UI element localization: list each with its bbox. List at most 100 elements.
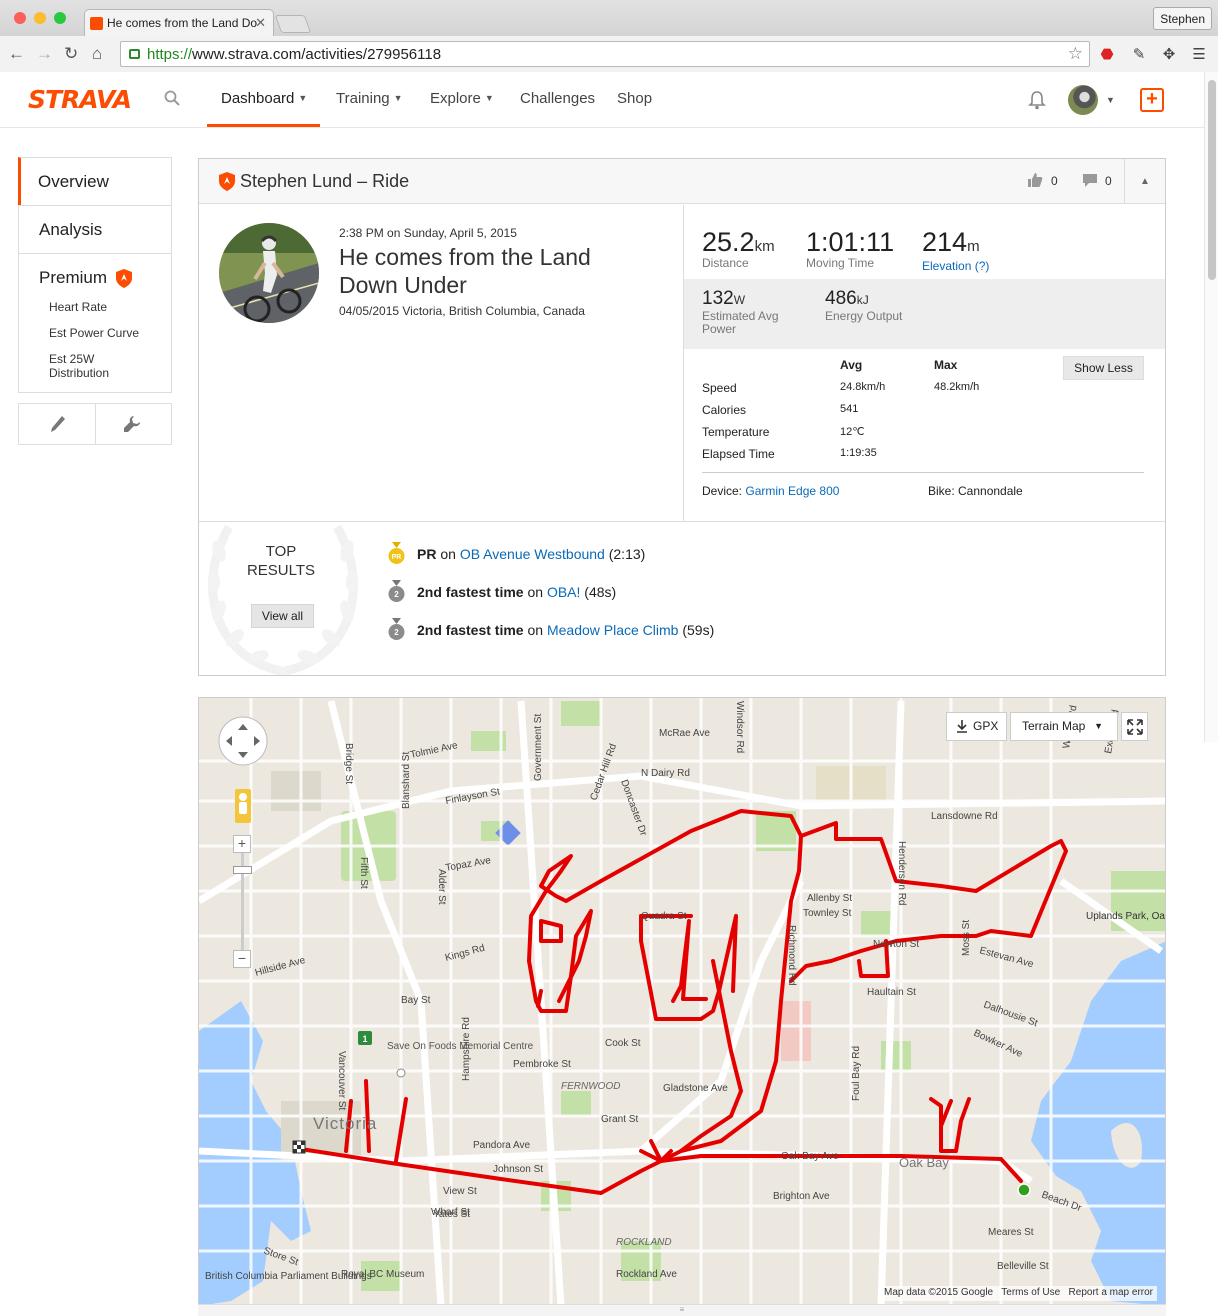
stat-moving-time: 1:01:11 Moving Time	[806, 227, 894, 270]
bookmark-star-icon[interactable]: ☆	[1068, 44, 1083, 64]
street-view-pegman-icon[interactable]	[235, 789, 251, 823]
top-results-heading-line2: RESULTS	[246, 562, 316, 579]
top-results-heading-line1: TOP	[265, 543, 297, 560]
sidebar-item-premium[interactable]: Premium	[39, 268, 151, 288]
nav-shop[interactable]: Shop	[617, 90, 652, 107]
map-data-credit: Map data ©2015 Google	[884, 1287, 994, 1298]
profile-button[interactable]: Stephen	[1153, 7, 1212, 30]
home-icon[interactable]: ⌂	[92, 45, 102, 63]
notifications-bell-icon[interactable]	[1028, 90, 1046, 110]
map-canvas[interactable]: Tolmie Ave McRae Ave N Dairy Rd Finlayso…	[199, 698, 1166, 1305]
segment-link[interactable]: OBA!	[547, 584, 580, 600]
sidebar-item-heart-rate[interactable]: Heart Rate	[49, 300, 151, 314]
result-time: (2:13)	[604, 546, 646, 562]
show-less-button[interactable]: Show Less	[1063, 356, 1144, 380]
scrollbar-thumb[interactable]	[1208, 80, 1216, 280]
nav-explore[interactable]: Explore ▼	[430, 90, 494, 107]
gpx-label: GPX	[973, 719, 999, 733]
zoom-out-button[interactable]: −	[233, 950, 251, 968]
device-info: Device: Garmin Edge 800	[702, 484, 839, 498]
wrench-icon[interactable]	[123, 415, 141, 433]
segment-link[interactable]: Meadow Place Climb	[547, 622, 679, 638]
elevation-unit: m	[967, 238, 980, 255]
evernote-extension-icon[interactable]: ✎	[1130, 45, 1148, 63]
gpx-download-button[interactable]: GPX	[946, 712, 1007, 741]
address-bar[interactable]: https://www.strava.com/activities/279956…	[120, 41, 1090, 67]
adblock-extension-icon[interactable]: ⬣	[1098, 45, 1116, 63]
minor-roads	[199, 698, 1165, 1304]
map-label-street: Store St	[262, 1245, 300, 1268]
back-arrow-icon[interactable]: ←	[8, 45, 25, 63]
search-icon[interactable]	[164, 90, 180, 106]
sidebar-item-overview[interactable]: Overview	[18, 157, 172, 205]
stat-distance: 25.2km Distance	[702, 227, 775, 270]
nav-dashboard[interactable]: Dashboard ▼	[221, 90, 307, 107]
new-tab-button[interactable]	[274, 15, 312, 33]
zoom-window-button[interactable]	[54, 12, 66, 24]
forward-arrow-icon[interactable]: →	[36, 45, 53, 63]
sidebar-item-analysis[interactable]: Analysis	[18, 205, 172, 253]
avatar-chevron-down-icon[interactable]: ▼	[1106, 95, 1115, 105]
comment-icon[interactable]	[1082, 173, 1098, 188]
map-label-street: View St	[443, 1186, 477, 1197]
fullscreen-button[interactable]	[1121, 712, 1148, 741]
segment-link[interactable]: OB Avenue Westbound	[460, 546, 605, 562]
extension-icon[interactable]: ✥	[1160, 45, 1178, 63]
more-stats-table: Avg Max Show Less Speed 24.8km/h 48.2km/…	[684, 349, 1165, 521]
elevation-value: 214	[922, 227, 968, 257]
activity-map[interactable]: Tolmie Ave McRae Ave N Dairy Rd Finlayso…	[198, 697, 1166, 1305]
map-label-street: Newton St	[873, 939, 919, 950]
pan-control[interactable]	[218, 716, 268, 766]
max-header: Max	[934, 358, 958, 372]
map-resize-handle[interactable]: ≡	[198, 1304, 1166, 1316]
pencil-edit-icon[interactable]	[50, 415, 66, 433]
sidebar-item-est-power-curve[interactable]: Est Power Curve	[49, 326, 151, 340]
activity-card-header: Stephen Lund – Ride 0 0 ▲	[199, 159, 1165, 204]
browser-toolbar: ← → ↻ ⌂ https://www.strava.com/activitie…	[0, 36, 1218, 72]
map-label-street: Oak Bay Ave	[781, 1151, 839, 1162]
map-label-street: Bay St	[401, 995, 431, 1006]
nav-training[interactable]: Training ▼	[336, 90, 403, 107]
elevation-help-link[interactable]: Elevation (?)	[922, 259, 989, 273]
strava-logo[interactable]: STRAVA	[28, 85, 132, 114]
major-roads	[199, 700, 1165, 1304]
zoom-slider-handle[interactable]	[233, 866, 252, 874]
map-label-street: Beach Dr	[1040, 1189, 1084, 1214]
map-label-street: Meares St	[988, 1227, 1034, 1238]
view-all-button[interactable]: View all	[251, 604, 314, 628]
poi-marker-icon	[396, 1068, 406, 1078]
activity-title[interactable]: He comes from the Land Down Under	[339, 243, 639, 299]
comments-count[interactable]: 0	[1105, 174, 1112, 188]
browser-tab[interactable]: He comes from the Land Do ✕	[84, 9, 274, 37]
map-label-street: Wharf St	[431, 1207, 470, 1218]
menu-icon[interactable]: ☰	[1190, 45, 1208, 63]
user-avatar[interactable]	[1068, 85, 1098, 115]
close-window-button[interactable]	[14, 12, 26, 24]
page-scrollbar[interactable]	[1204, 72, 1218, 742]
zoom-in-button[interactable]: +	[233, 835, 251, 853]
kudos-count[interactable]: 0	[1051, 174, 1058, 188]
device-link[interactable]: Garmin Edge 800	[745, 484, 839, 498]
url-scheme: https://	[147, 46, 193, 63]
top-results-heading: TOP RESULTS	[241, 542, 321, 580]
thumbs-up-icon[interactable]	[1027, 172, 1043, 188]
terms-of-use-link[interactable]: Terms of Use	[1001, 1287, 1060, 1298]
result-type: 2nd fastest time	[417, 622, 524, 638]
nav-challenges[interactable]: Challenges	[520, 90, 595, 107]
map-label-street: N Dairy Rd	[641, 768, 690, 779]
second-badge-text: 2	[394, 628, 399, 637]
upload-plus-button[interactable]: +	[1140, 88, 1164, 112]
reload-icon[interactable]: ↻	[64, 45, 78, 63]
result-on: on	[523, 584, 547, 600]
distance-value: 25.2	[702, 227, 755, 257]
result-item: PR on OB Avenue Westbound (2:13)	[417, 546, 645, 562]
report-map-error-link[interactable]: Report a map error	[1069, 1287, 1153, 1298]
collapse-card-button[interactable]: ▲	[1124, 159, 1165, 204]
sidebar-item-est-25w-distribution[interactable]: Est 25W Distribution	[49, 352, 129, 380]
athlete-photo[interactable]	[219, 223, 319, 323]
minimize-window-button[interactable]	[34, 12, 46, 24]
map-label-district: Oak Bay	[899, 1155, 949, 1170]
premium-label: Premium	[39, 268, 108, 287]
close-tab-icon[interactable]: ✕	[255, 15, 266, 31]
map-type-dropdown[interactable]: Terrain Map ▼	[1010, 712, 1118, 741]
